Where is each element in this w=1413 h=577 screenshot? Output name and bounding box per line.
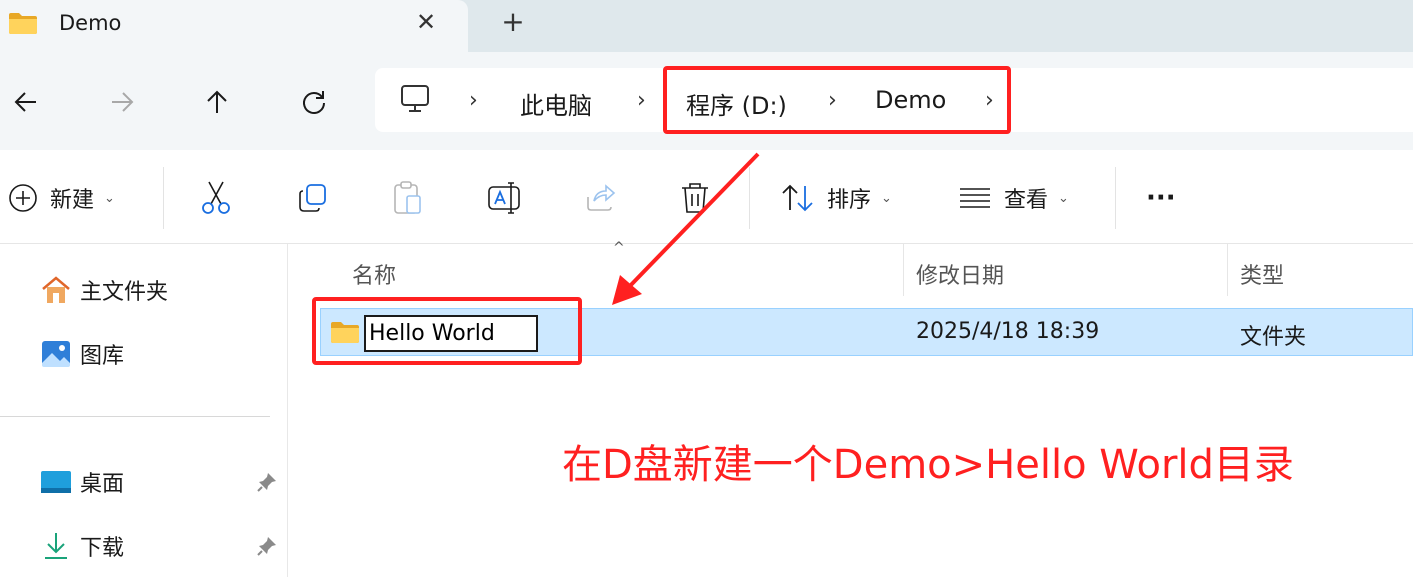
annotation-arrow-icon <box>612 152 760 305</box>
annotation-text: 在D盘新建一个Demo>Hello World目录 <box>562 442 1294 488</box>
